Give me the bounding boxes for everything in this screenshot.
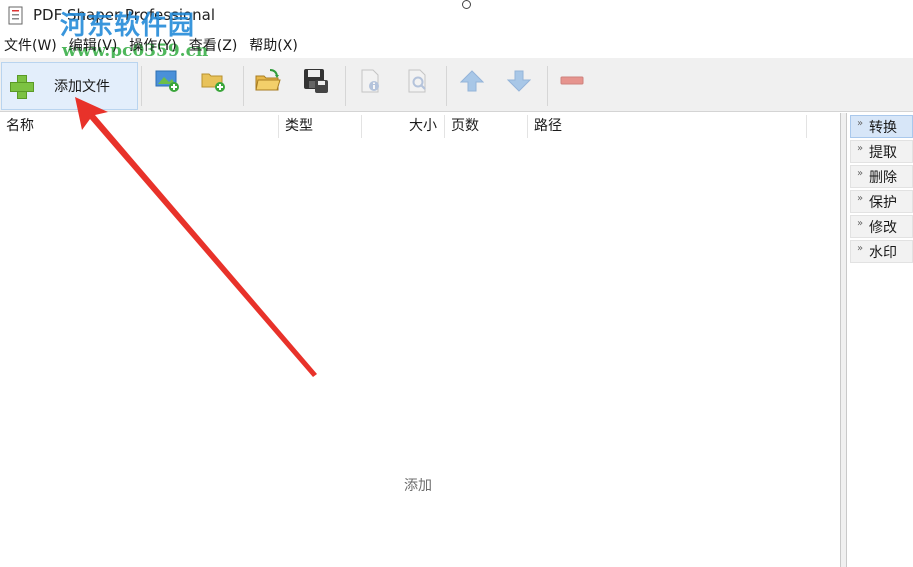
window-handle-icon <box>462 0 471 9</box>
menu-operation[interactable]: 操作(Y) <box>123 34 182 58</box>
side-tab-extract[interactable]: » 提取 <box>850 140 913 163</box>
app-logo-icon <box>8 6 23 25</box>
double-chevron-icon: » <box>856 168 864 179</box>
side-tab-delete[interactable]: » 删除 <box>850 165 913 188</box>
file-list-header: 名称 类型 大小 页数 路径 <box>0 113 840 140</box>
side-tab-label: 提取 <box>869 144 897 161</box>
operations-panel: » 转换 » 提取 » 删除 » 保护 » 修改 » 水印 <box>847 113 913 567</box>
column-divider[interactable] <box>278 115 279 138</box>
column-divider[interactable] <box>527 115 528 138</box>
menu-edit[interactable]: 编辑(V) <box>63 34 124 58</box>
move-down-icon[interactable] <box>505 67 533 95</box>
toolbar-separator <box>243 66 244 106</box>
document-preview-icon[interactable] <box>404 67 432 95</box>
toolbar: 添加文件 <box>0 58 913 112</box>
toolbar-separator <box>547 66 548 106</box>
side-tab-label: 水印 <box>869 244 897 261</box>
double-chevron-icon: » <box>856 143 864 154</box>
add-files-button[interactable]: 添加文件 <box>1 62 138 110</box>
toolbar-separator <box>446 66 447 106</box>
panel-splitter[interactable] <box>840 113 847 567</box>
double-chevron-icon: » <box>856 118 864 129</box>
add-folder-icon[interactable] <box>200 67 228 95</box>
open-folder-icon[interactable] <box>254 67 282 95</box>
toolbar-separator <box>345 66 346 106</box>
column-header-type[interactable]: 类型 <box>285 113 313 140</box>
double-chevron-icon: » <box>856 218 864 229</box>
column-divider[interactable] <box>361 115 362 138</box>
menu-file[interactable]: 文件(W) <box>0 34 63 58</box>
file-list[interactable] <box>0 140 840 567</box>
empty-list-hint: 添加 <box>404 478 432 494</box>
plus-icon <box>10 75 34 99</box>
menu-bar: 文件(W) 编辑(V) 操作(Y) 查看(Z) 帮助(X) <box>0 34 913 58</box>
side-tab-modify[interactable]: » 修改 <box>850 215 913 238</box>
side-tab-label: 转换 <box>869 119 897 136</box>
add-image-icon[interactable] <box>154 67 182 95</box>
side-tab-convert[interactable]: » 转换 <box>850 115 913 138</box>
menu-help[interactable]: 帮助(X) <box>243 34 304 58</box>
column-divider[interactable] <box>806 115 807 138</box>
side-tab-label: 修改 <box>869 219 897 236</box>
side-tab-protect[interactable]: » 保护 <box>850 190 913 213</box>
column-header-path[interactable]: 路径 <box>534 113 562 140</box>
column-divider[interactable] <box>444 115 445 138</box>
column-header-pages[interactable]: 页数 <box>451 113 479 140</box>
double-chevron-icon: » <box>856 193 864 204</box>
side-tab-label: 保护 <box>869 194 897 211</box>
double-chevron-icon: » <box>856 243 864 254</box>
column-header-name[interactable]: 名称 <box>6 113 34 140</box>
side-tab-label: 删除 <box>869 169 897 186</box>
column-header-size[interactable]: 大小 <box>409 113 437 140</box>
menu-view[interactable]: 查看(Z) <box>183 34 244 58</box>
document-info-icon[interactable] <box>357 67 385 95</box>
side-tab-watermark[interactable]: » 水印 <box>850 240 913 263</box>
save-disk-icon[interactable] <box>302 67 330 95</box>
toolbar-separator <box>141 66 142 106</box>
remove-icon[interactable] <box>558 67 586 95</box>
move-up-icon[interactable] <box>458 67 486 95</box>
add-files-label: 添加文件 <box>54 79 110 95</box>
